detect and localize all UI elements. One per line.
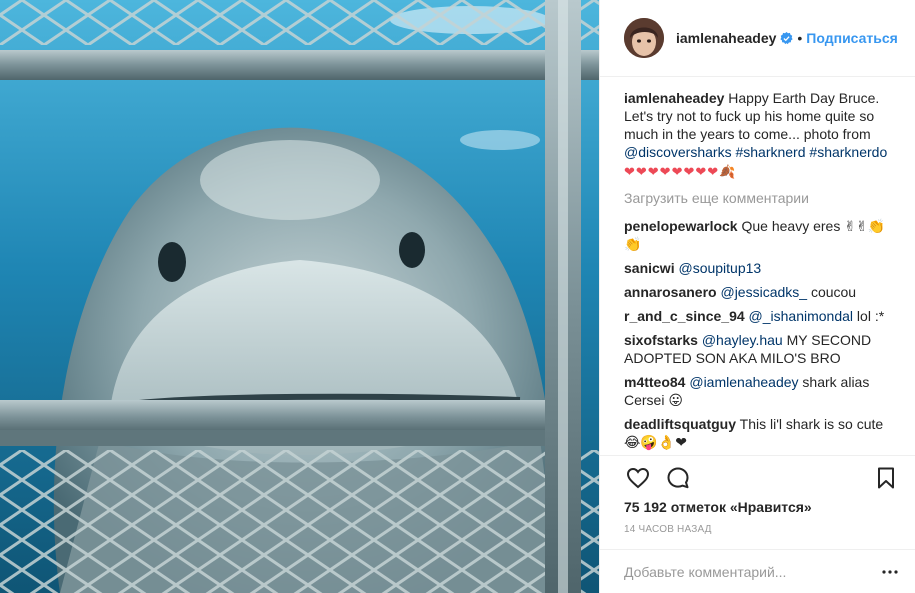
caption-username[interactable]: iamlenaheadey (624, 90, 724, 106)
post-photo[interactable] (0, 0, 599, 593)
list-item: m4tteo84 @iamlenaheadey shark alias Cers… (624, 373, 908, 409)
comment-mention[interactable]: @iamlenaheadey (689, 374, 798, 390)
bookmark-icon (878, 467, 894, 488)
load-more-comments-button[interactable]: Загрузить еще комментарии (624, 189, 908, 207)
post-timestamp[interactable]: 14 часов назад (624, 524, 712, 535)
comment-extra: 😂🤪👌❤ (624, 434, 687, 450)
comment-username[interactable]: penelopewarlock (624, 218, 738, 234)
list-item: r_and_c_since_94 @_ishanimondal lol :* (624, 307, 908, 325)
caption: iamlenaheadey Happy Earth Day Bruce. Let… (624, 89, 908, 181)
comment-icon (667, 467, 689, 488)
more-icon (882, 569, 898, 574)
comment-username[interactable]: sanicwi (624, 260, 675, 276)
comment-username[interactable]: sixofstarks (624, 332, 698, 348)
comment-username[interactable]: annarosanero (624, 284, 717, 300)
shark-photo-image (0, 0, 599, 593)
list-item: penelopewarlock Que heavy eres ✌✌👏 👏 (624, 217, 908, 253)
comment-username[interactable]: r_and_c_since_94 (624, 308, 745, 324)
list-item: annarosanero @jessicadks_ coucou (624, 283, 908, 301)
comments-list[interactable]: iamlenaheadey Happy Earth Day Bruce. Let… (624, 89, 908, 451)
caption-hashtag-1[interactable]: #sharknerd (735, 144, 805, 160)
list-item: sanicwi @soupitup13 (624, 259, 908, 277)
action-bar (600, 455, 915, 499)
caption-emojis: ❤❤❤❤❤❤❤❤🍂 (624, 164, 737, 179)
save-button[interactable] (872, 464, 900, 492)
author-username[interactable]: iamlenaheadey (676, 30, 776, 46)
comment-text: coucou (810, 284, 857, 300)
separator-dot: • (797, 30, 803, 46)
follow-button[interactable]: Подписаться (806, 30, 898, 46)
post-header: iamlenaheadey • Подписаться (600, 0, 915, 77)
post-side-panel: iamlenaheadey • Подписаться iamlenaheade… (599, 0, 915, 593)
verified-icon (780, 31, 794, 44)
list-item: deadliftsquatguy This li'l shark is so c… (624, 415, 908, 451)
comment-input[interactable] (624, 563, 880, 580)
add-comment-form (600, 549, 915, 593)
comment-button[interactable] (664, 464, 692, 492)
avatar[interactable] (624, 18, 664, 58)
like-button[interactable] (624, 464, 652, 492)
caption-hashtag-2[interactable]: #sharknerdo (809, 144, 887, 160)
comment-text: lol :* (856, 308, 885, 324)
comment-username[interactable]: deadliftsquatguy (624, 416, 736, 432)
heart-icon (626, 467, 650, 488)
comment-username[interactable]: m4tteo84 (624, 374, 685, 390)
comment-mention[interactable]: @jessicadks_ (720, 284, 807, 300)
caption-mention[interactable]: @discoversharks (624, 144, 732, 160)
more-options-button[interactable] (880, 562, 900, 582)
likes-count[interactable]: 75 192 отметок «Нравится» (624, 499, 812, 515)
comment-mention[interactable]: @hayley.hau (702, 332, 783, 348)
comment-text: Que heavy eres ✌✌👏 (741, 218, 886, 234)
comment-mention[interactable]: @soupitup13 (678, 260, 761, 276)
comment-mention[interactable]: @_ishanimondal (749, 308, 854, 324)
comment-extra: 👏 (624, 236, 642, 252)
comment-text: This li'l shark is so cute (739, 416, 884, 432)
list-item: sixofstarks @hayley.hau MY SECOND ADOPTE… (624, 331, 908, 367)
